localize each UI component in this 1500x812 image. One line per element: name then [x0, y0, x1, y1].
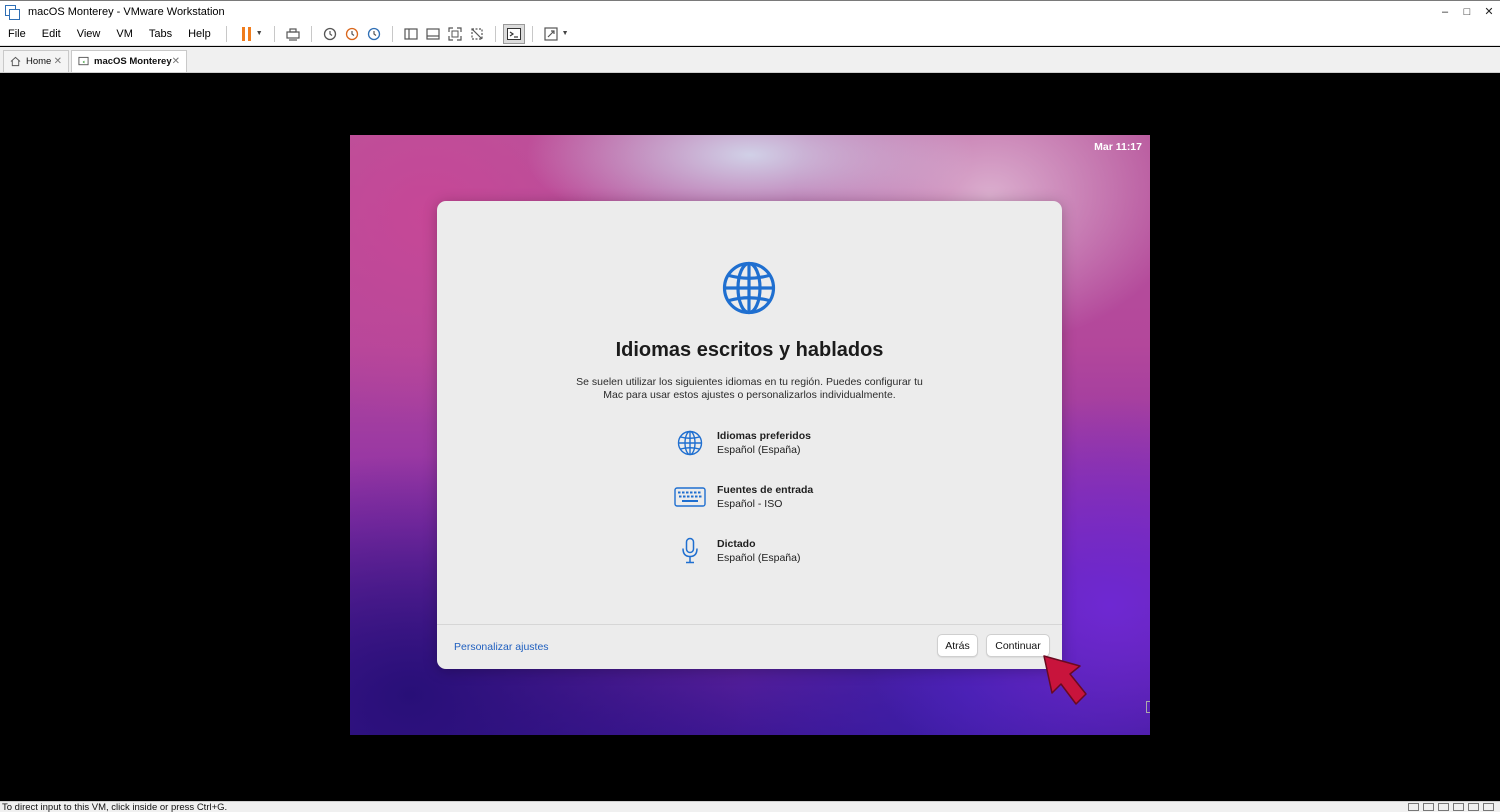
- sound-card-icon[interactable]: [1468, 803, 1479, 811]
- hard-disk-icon[interactable]: [1408, 803, 1419, 811]
- menu-vm[interactable]: VM: [108, 28, 141, 40]
- device-status-icons: [1408, 803, 1494, 811]
- vm-running-icon: [78, 56, 89, 66]
- revert-snapshot-icon: [345, 27, 358, 40]
- pause-button[interactable]: [234, 24, 256, 44]
- home-icon: [10, 56, 21, 67]
- toolbar-separator: [494, 25, 496, 42]
- status-message: To direct input to this VM, click inside…: [2, 802, 228, 812]
- send-ctrl-alt-del-button[interactable]: [282, 24, 304, 44]
- vmware-app-icon: [5, 5, 20, 20]
- pause-icon: [242, 26, 252, 41]
- close-button[interactable]: ✕: [1478, 5, 1500, 18]
- vm-console[interactable]: Mar 11:17 Idiomas escritos y hablados Se…: [0, 73, 1500, 801]
- close-icon[interactable]: ✕: [172, 56, 180, 67]
- send-ctrl-alt-del-icon: [286, 27, 300, 41]
- full-screen-button[interactable]: [444, 24, 466, 44]
- chevron-down-icon[interactable]: ▼: [256, 30, 263, 37]
- menu-edit[interactable]: Edit: [34, 28, 69, 40]
- toolbar-separator: [225, 25, 227, 42]
- setting-value: Español (España): [717, 552, 801, 564]
- status-bar: To direct input to this VM, click inside…: [0, 801, 1500, 812]
- tab-home[interactable]: Home ✕: [3, 50, 69, 72]
- snapshot-manager-button[interactable]: [363, 24, 385, 44]
- tab-strip: Home ✕ macOS Monterey ✕: [0, 47, 1500, 73]
- console-view-icon: [506, 27, 521, 40]
- stretch-guest-icon: [544, 26, 558, 41]
- show-library-button[interactable]: [400, 24, 422, 44]
- menu-help[interactable]: Help: [180, 28, 219, 40]
- display-icon[interactable]: [1483, 803, 1494, 811]
- maximize-button[interactable]: □: [1456, 6, 1478, 18]
- globe-icon: [722, 261, 776, 315]
- window-title: macOS Monterey - VMware Workstation: [28, 5, 225, 18]
- minimize-button[interactable]: –: [1434, 6, 1456, 18]
- menu-file[interactable]: File: [0, 28, 34, 40]
- dialog-footer: Personalizar ajustes Atrás Continuar: [437, 624, 1062, 669]
- setting-value: Español (España): [717, 444, 801, 456]
- dialog-title: Idiomas escritos y hablados: [615, 339, 884, 361]
- revert-snapshot-button[interactable]: [341, 24, 363, 44]
- menu-toolbar: File Edit View VM Tabs Help ▼ ▼: [0, 22, 1500, 46]
- setting-value: Español - ISO: [717, 498, 783, 510]
- show-library-icon: [404, 27, 418, 40]
- full-screen-icon: [448, 26, 462, 41]
- menu-view[interactable]: View: [69, 28, 109, 40]
- stretch-guest-button[interactable]: [540, 24, 562, 44]
- cd-drive-icon[interactable]: [1423, 803, 1434, 811]
- chevron-down-icon[interactable]: ▼: [562, 30, 569, 37]
- globe-icon: [677, 430, 703, 456]
- annotation-arrow-icon: [1043, 655, 1087, 705]
- tab-macos-monterey[interactable]: macOS Monterey ✕: [71, 50, 187, 72]
- network-adapter-icon[interactable]: [1438, 803, 1449, 811]
- tab-vm-label: macOS Monterey: [94, 56, 172, 67]
- macos-setup-screen[interactable]: Mar 11:17 Idiomas escritos y hablados Se…: [350, 135, 1150, 735]
- setting-preferred-languages: Idiomas preferidos Español (España): [673, 425, 933, 461]
- unity-icon: [471, 27, 483, 40]
- keyboard-icon: [674, 487, 706, 507]
- tab-home-label: Home: [26, 56, 52, 67]
- snapshot-manager-icon: [367, 27, 380, 40]
- toolbar-separator: [273, 25, 275, 42]
- close-icon[interactable]: ✕: [54, 56, 62, 67]
- setting-input-sources: Fuentes de entrada Español - ISO: [673, 479, 933, 515]
- thumbnail-bar-button[interactable]: [422, 24, 444, 44]
- setting-dictation: Dictado Español (España): [673, 533, 933, 569]
- thumbnail-bar-icon: [426, 27, 440, 40]
- unity-button[interactable]: [466, 24, 488, 44]
- toolbar-separator: [391, 25, 393, 42]
- console-view-button[interactable]: [502, 23, 525, 44]
- setting-title: Dictado: [717, 538, 756, 550]
- setting-title: Idiomas preferidos: [717, 430, 811, 442]
- menu-tabs[interactable]: Tabs: [141, 28, 180, 40]
- microphone-icon: [682, 537, 698, 564]
- toolbar-separator: [531, 25, 533, 42]
- customize-settings-link[interactable]: Personalizar ajustes: [454, 641, 549, 653]
- setting-title: Fuentes de entrada: [717, 484, 814, 496]
- dialog-description: Se suelen utilizar los siguientes idioma…: [576, 376, 923, 401]
- menu-bar-clock: Mar 11:17: [1094, 141, 1142, 153]
- snapshot-button[interactable]: [319, 24, 341, 44]
- resize-marker: [1146, 701, 1150, 713]
- toolbar-separator: [310, 25, 312, 42]
- back-button[interactable]: Atrás: [937, 634, 978, 657]
- usb-controller-icon[interactable]: [1453, 803, 1464, 811]
- language-setup-dialog: Idiomas escritos y hablados Se suelen ut…: [437, 201, 1062, 669]
- window-titlebar: macOS Monterey - VMware Workstation – □ …: [0, 0, 1500, 22]
- snapshot-icon: [323, 27, 336, 40]
